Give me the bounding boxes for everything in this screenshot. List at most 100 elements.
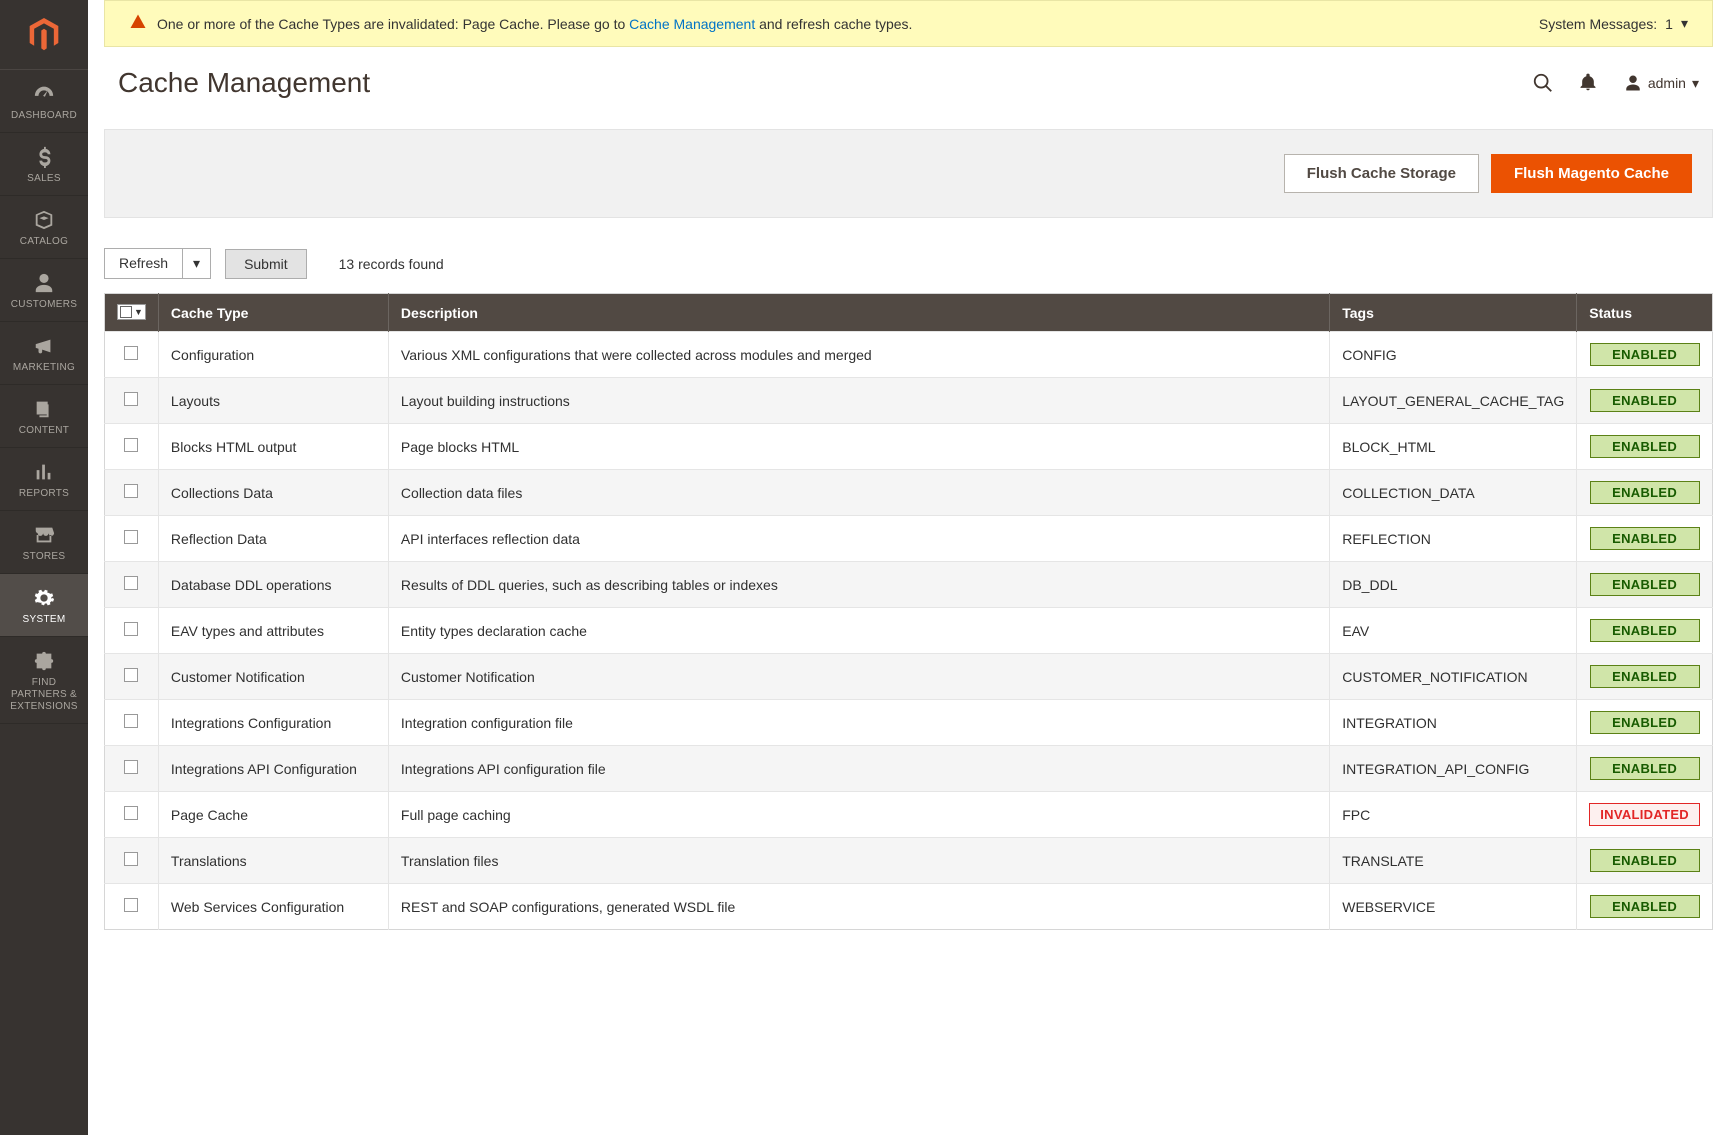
- sidebar-item-label: DASHBOARD: [11, 110, 77, 122]
- row-checkbox[interactable]: [124, 852, 138, 866]
- warning-icon: [129, 13, 147, 34]
- sidebar-item-customers[interactable]: CUSTOMERS: [0, 259, 88, 322]
- mass-action-select[interactable]: Refresh ▾: [104, 248, 211, 279]
- sidebar-item-label: SYSTEM: [23, 614, 66, 626]
- puzzle-icon: [32, 649, 56, 673]
- cell-tags: INTEGRATION_API_CONFIG: [1330, 746, 1577, 792]
- gauge-icon: [32, 82, 56, 106]
- cache-management-link[interactable]: Cache Management: [629, 16, 755, 32]
- status-badge: ENABLED: [1590, 619, 1700, 642]
- table-row: EAV types and attributesEntity types dec…: [105, 608, 1713, 654]
- row-checkbox[interactable]: [124, 576, 138, 590]
- sidebar-item-stores[interactable]: STORES: [0, 511, 88, 574]
- column-description[interactable]: Description: [388, 294, 1329, 332]
- cell-description: Customer Notification: [388, 654, 1329, 700]
- storefront-icon: [32, 523, 56, 547]
- cell-tags: COLLECTION_DATA: [1330, 470, 1577, 516]
- flush-magento-cache-button[interactable]: Flush Magento Cache: [1491, 154, 1692, 193]
- user-menu[interactable]: admin ▾: [1624, 74, 1699, 92]
- sidebar-item-label: CUSTOMERS: [11, 299, 77, 311]
- cell-description: Translation files: [388, 838, 1329, 884]
- cell-tags: REFLECTION: [1330, 516, 1577, 562]
- status-badge: ENABLED: [1590, 757, 1700, 780]
- cell-cache-type: Integrations API Configuration: [158, 746, 388, 792]
- cell-description: Page blocks HTML: [388, 424, 1329, 470]
- column-tags[interactable]: Tags: [1330, 294, 1577, 332]
- sidebar-item-label: REPORTS: [19, 488, 69, 500]
- status-badge: ENABLED: [1590, 711, 1700, 734]
- admin-sidebar: DASHBOARD SALES CATALOG CUSTOMERS MARKETING C…: [0, 0, 88, 1135]
- magento-logo[interactable]: [0, 0, 88, 70]
- cell-description: Integrations API configuration file: [388, 746, 1329, 792]
- cell-description: REST and SOAP configurations, generated …: [388, 884, 1329, 930]
- row-checkbox[interactable]: [124, 622, 138, 636]
- sidebar-item-partners[interactable]: FIND PARTNERS & EXTENSIONS: [0, 637, 88, 724]
- status-badge: ENABLED: [1590, 343, 1700, 366]
- cell-tags: TRANSLATE: [1330, 838, 1577, 884]
- row-checkbox[interactable]: [124, 714, 138, 728]
- bars-icon: [32, 460, 56, 484]
- status-badge: ENABLED: [1590, 481, 1700, 504]
- notifications-icon[interactable]: [1578, 72, 1600, 94]
- status-badge: ENABLED: [1590, 895, 1700, 918]
- cell-cache-type: Integrations Configuration: [158, 700, 388, 746]
- cell-tags: LAYOUT_GENERAL_CACHE_TAG: [1330, 378, 1577, 424]
- status-badge: INVALIDATED: [1589, 803, 1700, 826]
- cell-cache-type: Translations: [158, 838, 388, 884]
- table-row: Collections DataCollection data filesCOL…: [105, 470, 1713, 516]
- flush-cache-storage-button[interactable]: Flush Cache Storage: [1284, 154, 1479, 193]
- status-badge: ENABLED: [1590, 527, 1700, 550]
- status-badge: ENABLED: [1590, 389, 1700, 412]
- system-messages-toggle[interactable]: System Messages: 1 ▾: [1539, 15, 1688, 32]
- page-title: Cache Management: [118, 67, 370, 99]
- status-badge: ENABLED: [1590, 573, 1700, 596]
- cell-tags: EAV: [1330, 608, 1577, 654]
- cache-table: ▼ Cache Type Description Tags Status Con…: [104, 293, 1713, 930]
- row-checkbox[interactable]: [124, 392, 138, 406]
- row-checkbox[interactable]: [124, 346, 138, 360]
- row-checkbox[interactable]: [124, 760, 138, 774]
- user-name: admin: [1648, 75, 1686, 91]
- page-header: Cache Management admin ▾: [88, 47, 1729, 109]
- sidebar-item-sales[interactable]: SALES: [0, 133, 88, 196]
- chevron-down-icon[interactable]: ▾: [183, 248, 211, 279]
- sidebar-item-marketing[interactable]: MARKETING: [0, 322, 88, 385]
- grid-toolbar: Refresh ▾ Submit 13 records found: [88, 248, 1729, 293]
- sidebar-item-reports[interactable]: REPORTS: [0, 448, 88, 511]
- row-checkbox[interactable]: [124, 806, 138, 820]
- sidebar-item-label: MARKETING: [13, 362, 75, 374]
- table-row: TranslationsTranslation filesTRANSLATEEN…: [105, 838, 1713, 884]
- main-content: One or more of the Cache Types are inval…: [88, 0, 1729, 1135]
- cell-cache-type: Web Services Configuration: [158, 884, 388, 930]
- sidebar-item-system[interactable]: SYSTEM: [0, 574, 88, 637]
- submit-button[interactable]: Submit: [225, 249, 307, 279]
- row-checkbox[interactable]: [124, 668, 138, 682]
- column-cache-type[interactable]: Cache Type: [158, 294, 388, 332]
- table-row: LayoutsLayout building instructionsLAYOU…: [105, 378, 1713, 424]
- cell-cache-type: Collections Data: [158, 470, 388, 516]
- cell-tags: BLOCK_HTML: [1330, 424, 1577, 470]
- row-checkbox[interactable]: [124, 530, 138, 544]
- row-checkbox[interactable]: [124, 438, 138, 452]
- row-checkbox[interactable]: [124, 898, 138, 912]
- cell-tags: INTEGRATION: [1330, 700, 1577, 746]
- table-row: Database DDL operationsResults of DDL qu…: [105, 562, 1713, 608]
- sidebar-item-dashboard[interactable]: DASHBOARD: [0, 70, 88, 133]
- cell-tags: DB_DDL: [1330, 562, 1577, 608]
- sidebar-item-catalog[interactable]: CATALOG: [0, 196, 88, 259]
- row-checkbox[interactable]: [124, 484, 138, 498]
- cell-cache-type: Database DDL operations: [158, 562, 388, 608]
- column-status[interactable]: Status: [1577, 294, 1713, 332]
- table-row: ConfigurationVarious XML configurations …: [105, 332, 1713, 378]
- search-icon[interactable]: [1532, 72, 1554, 94]
- table-row: Integrations API ConfigurationIntegratio…: [105, 746, 1713, 792]
- box-icon: [32, 208, 56, 232]
- sidebar-item-content[interactable]: CONTENT: [0, 385, 88, 448]
- action-bar: Flush Cache Storage Flush Magento Cache: [104, 129, 1713, 218]
- sidebar-item-label: CATALOG: [20, 236, 68, 248]
- cell-description: Results of DDL queries, such as describi…: [388, 562, 1329, 608]
- cell-description: Various XML configurations that were col…: [388, 332, 1329, 378]
- select-all-header[interactable]: ▼: [105, 294, 159, 332]
- chevron-down-icon: ▾: [1681, 15, 1688, 32]
- cell-cache-type: Reflection Data: [158, 516, 388, 562]
